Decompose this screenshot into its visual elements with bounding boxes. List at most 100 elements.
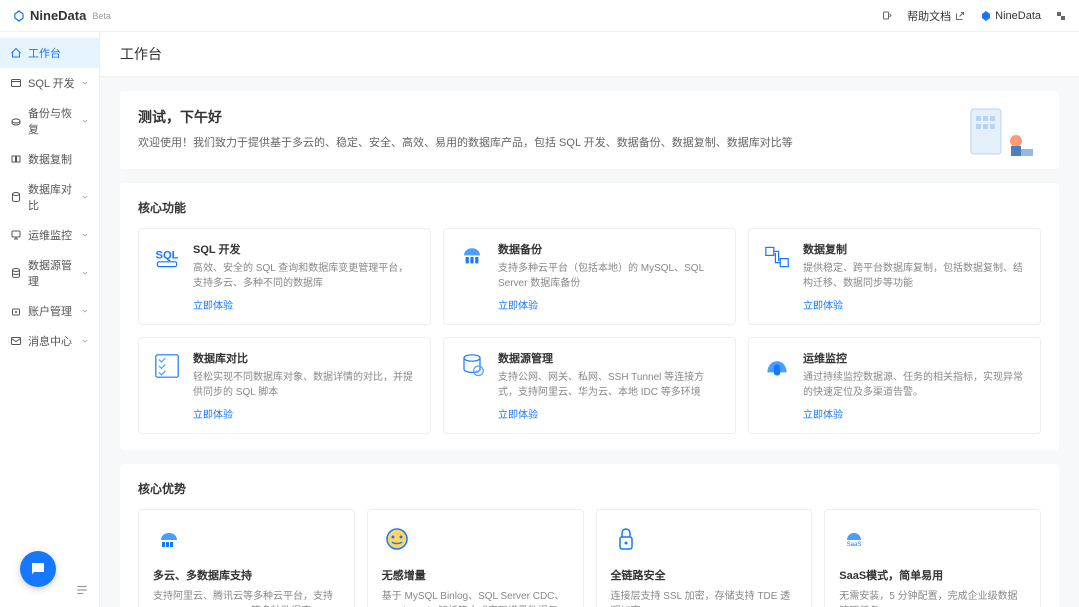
feature-card-5: 运维监控 通过持续监控数据源、任务的相关指标，实现异常的快速定位及多渠道告警。 … (748, 337, 1041, 434)
main-content: 工作台 测试，下午好 欢迎使用！我们致力于提供基于多云的、稳定、安全、高效、易用… (100, 32, 1079, 607)
sidebar-item-0[interactable]: 工作台 (0, 38, 99, 68)
sidebar-icon-7 (10, 305, 22, 317)
feature-desc-5: 通过持续监控数据源、任务的相关指标，实现异常的快速定位及多渠道告警。 (803, 370, 1028, 400)
feature-title-3: 数据库对比 (193, 350, 418, 366)
welcome-illustration-icon (961, 101, 1041, 161)
feature-desc-2: 提供稳定、跨平台数据库复制，包括数据复制、结构迁移、数据同步等功能 (803, 261, 1028, 291)
advantage-title-1: 无感增量 (382, 567, 569, 583)
sidebar-item-5[interactable]: 运维监控 (0, 220, 99, 250)
sidebar-item-8[interactable]: 消息中心 (0, 326, 99, 356)
logo-area[interactable]: NineData Beta (12, 8, 111, 23)
feature-desc-0: 高效、安全的 SQL 查询和数据库变更管理平台，支持多云、多种不同的数据库 (193, 261, 418, 291)
chevron-down-icon (81, 231, 89, 239)
welcome-panel: 测试，下午好 欢迎使用！我们致力于提供基于多云的、稳定、安全、高效、易用的数据库… (120, 91, 1059, 169)
feature-icon-4 (456, 350, 488, 382)
welcome-message: 欢迎使用！我们致力于提供基于多云的、稳定、安全、高效、易用的数据库产品，包括 S… (138, 135, 1041, 153)
sidebar-collapse-icon[interactable] (75, 583, 89, 597)
advantage-card-3: SaaS SaaS模式，简单易用 无需安装，5 分钟配置，完成企业级数据管理任务… (824, 509, 1041, 607)
sidebar-item-3[interactable]: 数据复制 (0, 144, 99, 174)
feature-try-link-5[interactable]: 立即体验 (803, 406, 1028, 421)
sidebar-icon-8 (10, 335, 22, 347)
user-menu[interactable]: NineData (980, 10, 1041, 22)
sidebar-icon-5 (10, 229, 22, 241)
sidebar-label-8: 消息中心 (28, 333, 81, 349)
sidebar-icon-6 (10, 267, 22, 279)
beta-tag: Beta (92, 11, 111, 21)
sidebar-item-4[interactable]: 数据库对比 (0, 174, 99, 220)
feature-desc-4: 支持公网、网关、私网、SSH Tunnel 等连接方式，支持阿里云、华为云、本地… (498, 370, 723, 400)
chevron-down-icon (81, 79, 89, 87)
advantages-panel: 核心优势 多云、多数据库支持 支持阿里云、腾讯云等多种云平台，支持 MySQL、… (120, 464, 1059, 607)
advantage-title-0: 多云、多数据库支持 (153, 567, 340, 583)
sidebar-item-7[interactable]: 账户管理 (0, 296, 99, 326)
sidebar-label-4: 数据库对比 (28, 181, 81, 213)
feature-try-link-4[interactable]: 立即体验 (498, 406, 723, 421)
feature-try-link-2[interactable]: 立即体验 (803, 297, 1028, 312)
feature-title-4: 数据源管理 (498, 350, 723, 366)
sidebar-label-2: 备份与恢复 (28, 105, 81, 137)
chevron-down-icon (81, 307, 89, 315)
sidebar-icon-0 (10, 47, 22, 59)
sidebar-label-7: 账户管理 (28, 303, 81, 319)
chevron-down-icon (81, 269, 89, 277)
advantage-title-2: 全链路安全 (611, 567, 798, 583)
feature-card-2: 数据复制 提供稳定、跨平台数据库复制，包括数据复制、结构迁移、数据同步等功能 立… (748, 228, 1041, 325)
feature-icon-2 (761, 241, 793, 273)
advantages-title: 核心优势 (138, 480, 1041, 497)
sidebar-icon-1 (10, 77, 22, 89)
feature-card-1: 数据备份 支持多种云平台（包括本地）的 MySQL、SQL Server 数据库… (443, 228, 736, 325)
sidebar-label-6: 数据源管理 (28, 257, 81, 289)
feature-card-4: 数据源管理 支持公网、网关、私网、SSH Tunnel 等连接方式，支持阿里云、… (443, 337, 736, 434)
feature-title-2: 数据复制 (803, 241, 1028, 257)
language-icon[interactable] (1055, 10, 1067, 22)
chevron-down-icon (81, 337, 89, 345)
advantage-icon-1 (382, 524, 412, 554)
sidebar-item-2[interactable]: 备份与恢复 (0, 98, 99, 144)
feature-try-link-3[interactable]: 立即体验 (193, 406, 418, 421)
feature-try-link-1[interactable]: 立即体验 (498, 297, 723, 312)
core-features-panel: 核心功能 SQL SQL 开发 高效、安全的 SQL 查询和数据库变更管理平台，… (120, 183, 1059, 450)
header-right: 帮助文档 NineData (881, 8, 1067, 24)
advantage-card-2: 全链路安全 连接层支持 SSL 加密，存储支持 TDE 透明加密 (596, 509, 813, 607)
advantage-card-1: 无感增量 基于 MySQL Binlog、SQL Server CDC、Orac… (367, 509, 584, 607)
notification-icon[interactable] (881, 10, 893, 22)
advantage-icon-0 (153, 524, 183, 554)
feature-title-5: 运维监控 (803, 350, 1028, 366)
page-title: 工作台 (100, 32, 1079, 77)
sidebar-item-6[interactable]: 数据源管理 (0, 250, 99, 296)
user-name: NineData (995, 10, 1041, 22)
feature-desc-3: 轻松实现不同数据库对象、数据详情的对比，并提供同步的 SQL 脚本 (193, 370, 418, 400)
sidebar-item-1[interactable]: SQL 开发 (0, 68, 99, 98)
chevron-down-icon (81, 193, 89, 201)
feature-card-3: 数据库对比 轻松实现不同数据库对象、数据详情的对比，并提供同步的 SQL 脚本 … (138, 337, 431, 434)
feature-title-1: 数据备份 (498, 241, 723, 257)
sidebar: 工作台 SQL 开发 备份与恢复 数据复制 数据库对比 运维监控 数据源管理 账… (0, 32, 100, 607)
feature-card-0: SQL SQL 开发 高效、安全的 SQL 查询和数据库变更管理平台，支持多云、… (138, 228, 431, 325)
chat-support-button[interactable] (20, 551, 56, 587)
sidebar-icon-3 (10, 153, 22, 165)
sidebar-label-5: 运维监控 (28, 227, 81, 243)
svg-text:SaaS: SaaS (847, 542, 862, 548)
feature-icon-1 (456, 241, 488, 273)
sidebar-icon-4 (10, 191, 22, 203)
chat-icon (29, 560, 47, 578)
feature-desc-1: 支持多种云平台（包括本地）的 MySQL、SQL Server 数据库备份 (498, 261, 723, 291)
feature-icon-0: SQL (151, 241, 183, 273)
top-header: NineData Beta 帮助文档 NineData (0, 0, 1079, 32)
help-docs-label: 帮助文档 (907, 8, 951, 24)
brand-name: NineData (30, 8, 86, 23)
advantage-desc-0: 支持阿里云、腾讯云等多种云平台，支持 MySQL、SQL Server 等多种数… (153, 589, 340, 607)
advantage-desc-1: 基于 MySQL Binlog、SQL Server CDC、OracleRed… (382, 589, 569, 607)
external-link-icon (954, 10, 966, 22)
help-docs-link[interactable]: 帮助文档 (907, 8, 966, 24)
sidebar-label-0: 工作台 (28, 45, 89, 61)
feature-try-link-0[interactable]: 立即体验 (193, 297, 418, 312)
chevron-down-icon (81, 117, 89, 125)
sidebar-label-1: SQL 开发 (28, 75, 81, 91)
feature-title-0: SQL 开发 (193, 241, 418, 257)
advantage-icon-3: SaaS (839, 524, 869, 554)
sidebar-label-3: 数据复制 (28, 151, 89, 167)
svg-text:SQL: SQL (156, 249, 179, 261)
feature-icon-3 (151, 350, 183, 382)
sidebar-icon-2 (10, 115, 22, 127)
